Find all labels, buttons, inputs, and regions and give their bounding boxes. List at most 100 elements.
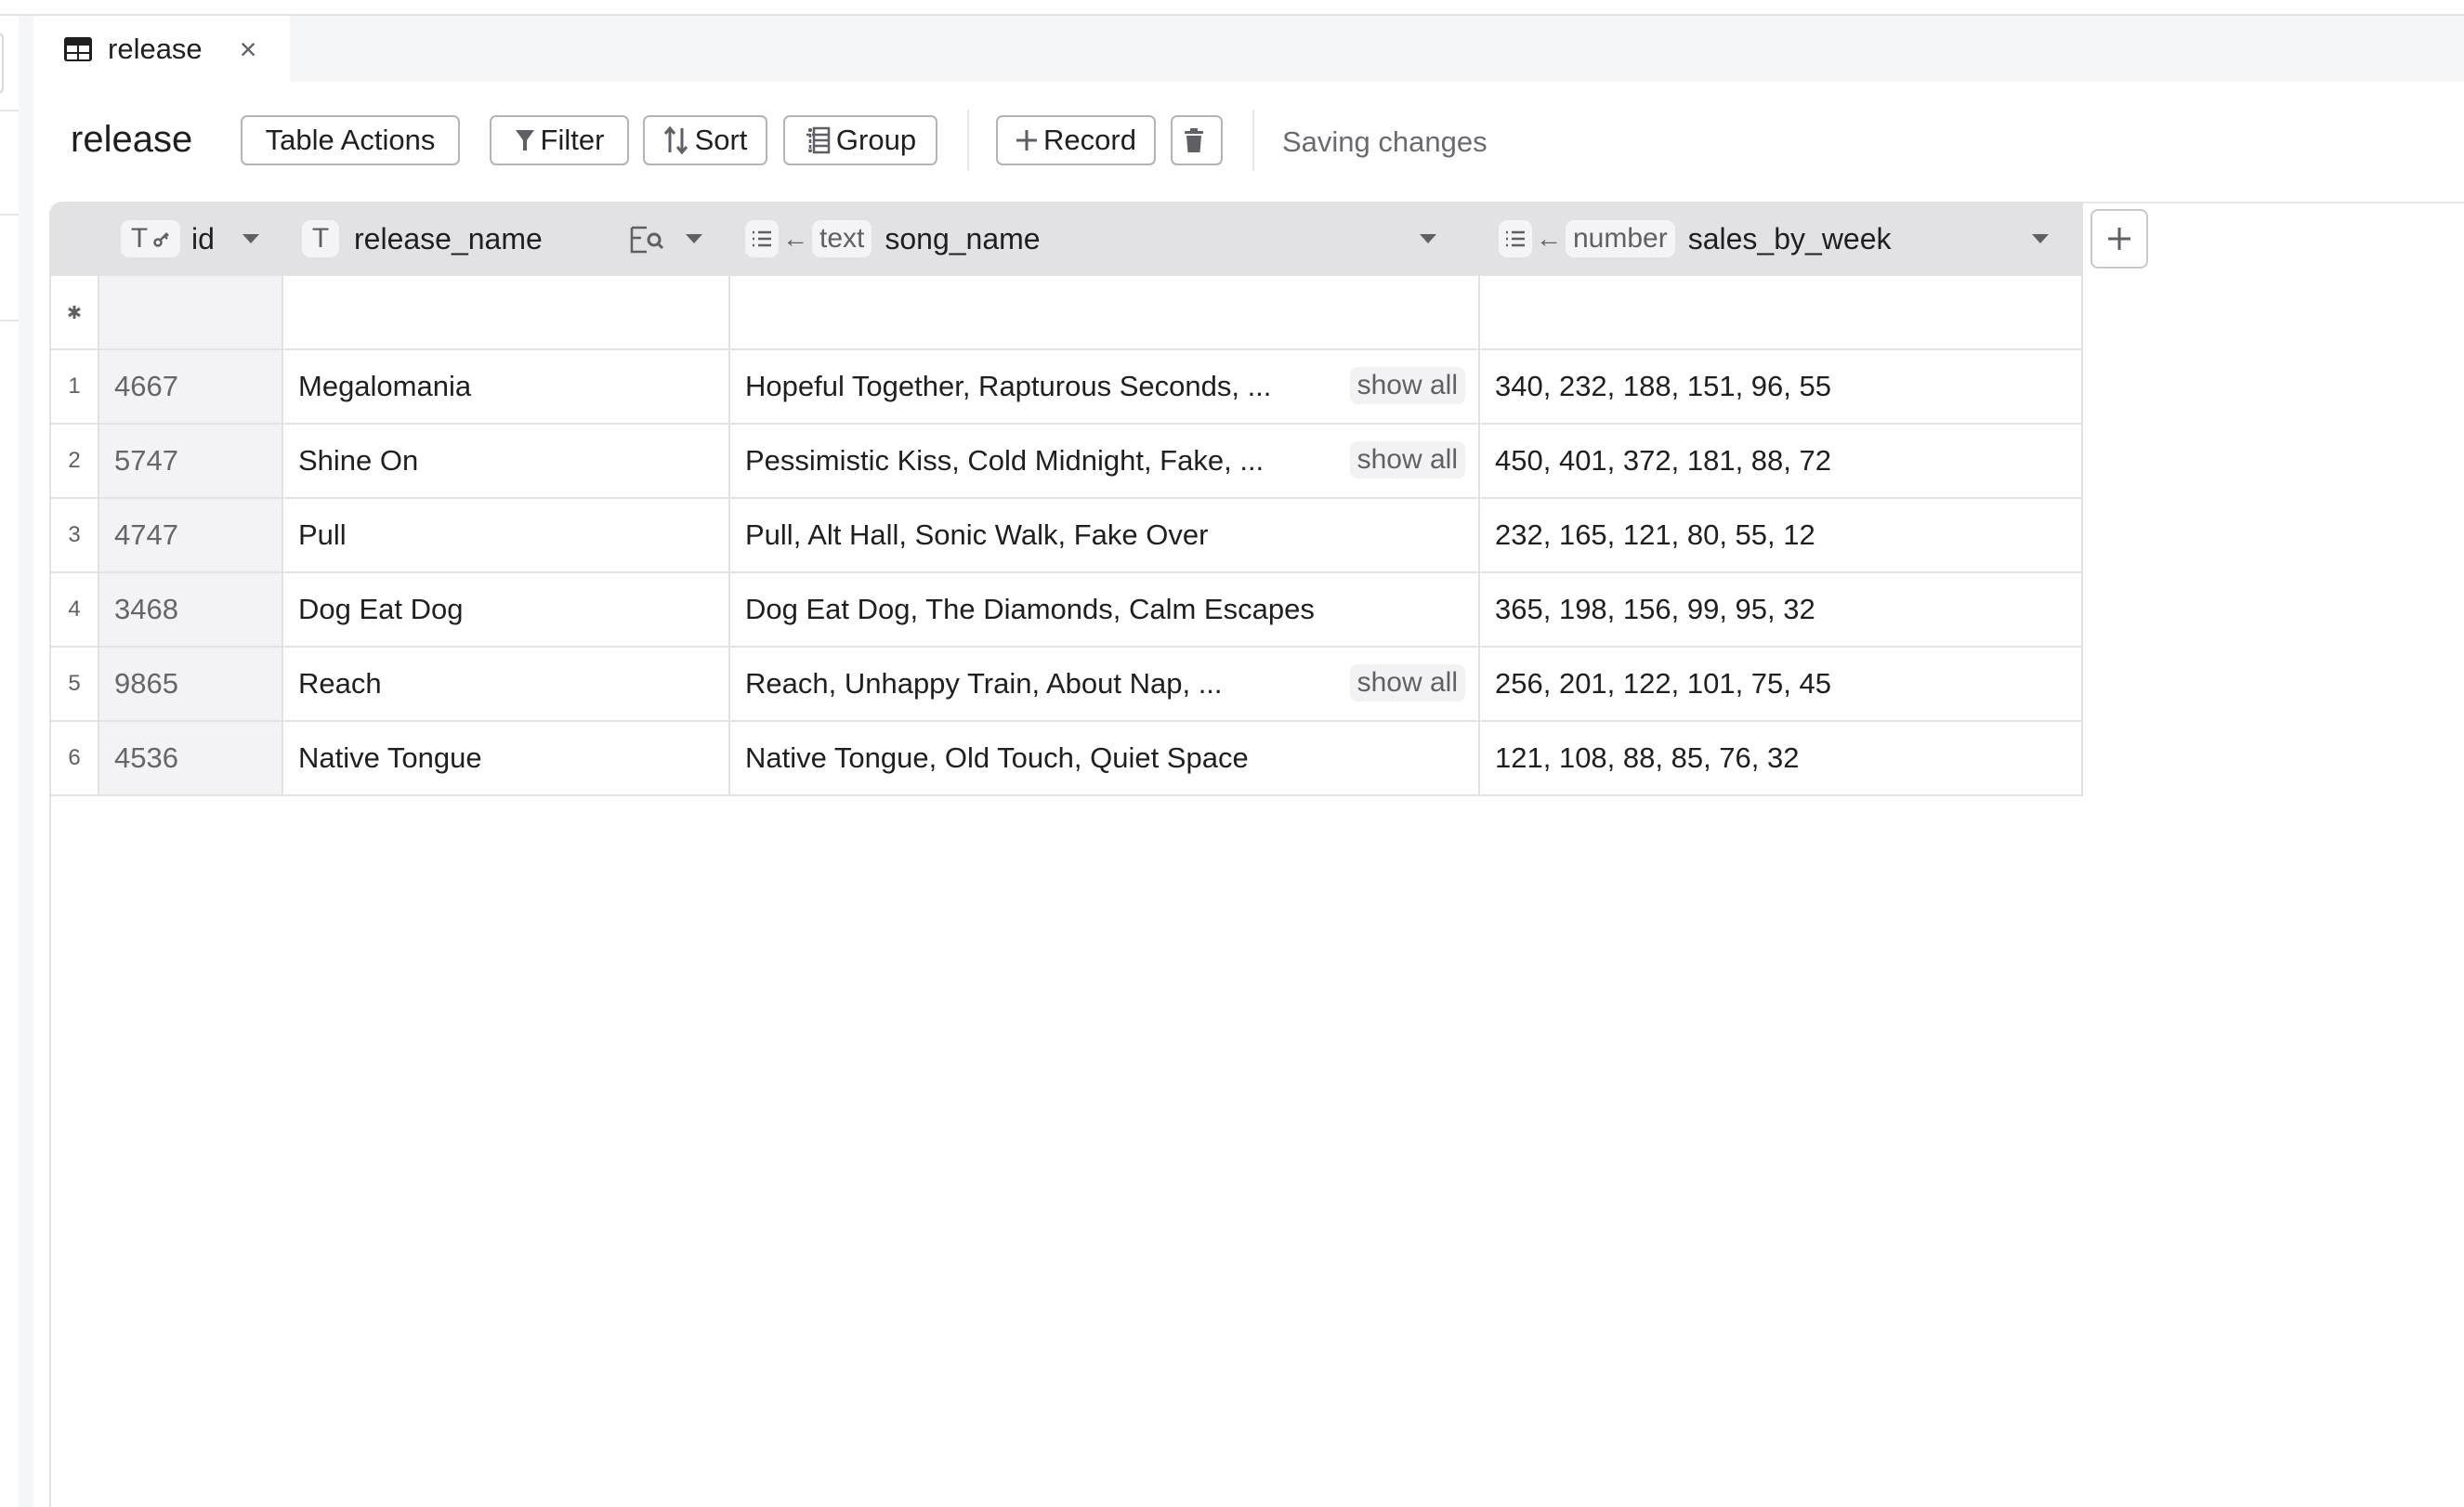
row-number: 1 [49, 350, 99, 423]
tab-release[interactable]: release × [33, 16, 290, 82]
id-cell[interactable]: 9865 [99, 648, 283, 720]
trash-icon [1185, 128, 1203, 152]
column-header-id[interactable]: T id [99, 202, 283, 276]
group-icon [806, 126, 831, 154]
add-record-button[interactable]: Record [996, 115, 1156, 165]
table-row[interactable]: 6 4536 Native Tongue Native Tongue, Old Tou… [49, 722, 2083, 796]
table-row[interactable]: 3 4747 Pull Pull, Alt Hall, Sonic Walk, Fak… [49, 499, 2083, 573]
sales-by-week-cell[interactable]: 365, 198, 156, 99, 95, 32 [1480, 573, 2083, 646]
tab-label: release [108, 32, 203, 65]
song-name-cell[interactable]: Pull, Alt Hall, Sonic Walk, Fake Over [730, 499, 1480, 571]
song-name-cell[interactable]: Pessimistic Kiss, Cold Midnight, Fake, .… [730, 425, 1480, 497]
chevron-down-icon[interactable] [1420, 234, 1436, 243]
column-header-song-name[interactable]: ← text song_name [730, 202, 1480, 276]
key-icon [153, 232, 170, 247]
filter-button[interactable]: Filter [490, 115, 629, 165]
delete-button[interactable] [1171, 115, 1223, 165]
show-all-button[interactable]: show all [1349, 367, 1465, 404]
saving-status: Saving changes [1282, 125, 1488, 158]
song-name-cell[interactable]: Dog Eat Dog, The Diamonds, Calm Escapes [730, 573, 1480, 646]
table-row[interactable]: 1 4667 Megalomania Hopeful Together, Raptur… [49, 350, 2083, 425]
header-divider [2083, 202, 2464, 203]
close-icon[interactable]: × [240, 34, 257, 64]
data-grid: T id T release_name ← text song_name ← n… [49, 202, 2083, 796]
release-name-cell[interactable]: Dog Eat Dog [283, 573, 730, 646]
release-name-cell[interactable]: Reach [283, 648, 730, 720]
new-row-sales-cell[interactable] [1480, 276, 2083, 348]
column-header-sales-by-week[interactable]: ← number sales_by_week [1480, 202, 2083, 276]
row-number-header [49, 202, 99, 276]
sales-by-week-cell[interactable]: 340, 232, 188, 151, 96, 55 [1480, 350, 2083, 423]
sort-label: Sort [694, 124, 748, 156]
add-column-button[interactable] [2090, 209, 2148, 269]
song-name-value: Hopeful Together, Rapturous Seconds, ... [745, 370, 1272, 402]
toolbar-divider [1252, 110, 1254, 171]
release-name-cell[interactable]: Native Tongue [283, 722, 730, 794]
show-all-button[interactable]: show all [1349, 664, 1465, 701]
grid-left-border [49, 796, 51, 1507]
id-cell[interactable]: 4747 [99, 499, 283, 571]
new-row-marker [49, 276, 99, 348]
row-number: 3 [49, 499, 99, 571]
sales-by-week-cell[interactable]: 232, 165, 121, 80, 55, 12 [1480, 499, 2083, 571]
arrow-left-icon: ← [1536, 224, 1562, 253]
song-name-cell[interactable]: Reach, Unhappy Train, About Nap, ... show… [730, 648, 1480, 720]
id-cell[interactable]: 5747 [99, 425, 283, 497]
toolbar: release Table Actions Filter Sort Group … [33, 82, 2464, 201]
sort-button[interactable]: Sort [643, 115, 767, 165]
plus-icon [2108, 228, 2130, 250]
text-type-icon: T [130, 223, 149, 254]
text-type-icon: T [311, 223, 330, 254]
table-row[interactable]: 4 3468 Dog Eat Dog Dog Eat Dog, The Diamond… [49, 573, 2083, 648]
sales-by-week-cell[interactable]: 450, 401, 372, 181, 88, 72 [1480, 425, 2083, 497]
song-name-value: Dog Eat Dog, The Diamonds, Calm Escapes [745, 593, 1315, 625]
group-label: Group [835, 124, 917, 156]
table-body: 1 4667 Megalomania Hopeful Together, Raptur… [49, 350, 2083, 796]
chevron-down-icon[interactable] [2032, 234, 2049, 243]
song-name-value: Pessimistic Kiss, Cold Midnight, Fake, .… [745, 444, 1265, 477]
table-row[interactable]: 2 5747 Shine On Pessimistic Kiss, Cold Midn… [49, 425, 2083, 499]
song-name-cell[interactable]: Hopeful Together, Rapturous Seconds, ...… [730, 350, 1480, 423]
chevron-down-icon[interactable] [242, 234, 259, 243]
release-name-cell[interactable]: Pull [283, 499, 730, 571]
table-actions-label: Table Actions [265, 124, 436, 156]
column-name: sales_by_week [1687, 221, 1892, 256]
lookup-search-icon[interactable] [630, 226, 667, 254]
row-number: 4 [49, 573, 99, 646]
sidebar-divider [0, 110, 19, 111]
song-name-value: Native Tongue, Old Touch, Quiet Space [745, 741, 1249, 774]
song-name-cell[interactable]: Native Tongue, Old Touch, Quiet Space [730, 722, 1480, 794]
sidebar-resize-handle[interactable] [19, 16, 33, 1507]
window-top-border [0, 0, 2464, 16]
table-row[interactable]: 5 9865 Reach Reach, Unhappy Train, About Na… [49, 648, 2083, 722]
new-row-release-name-cell[interactable] [283, 276, 730, 348]
new-row[interactable] [49, 276, 2083, 350]
page-title: release [71, 119, 193, 160]
row-number: 5 [49, 648, 99, 720]
table-actions-button[interactable]: Table Actions [241, 115, 460, 165]
arrow-left-icon: ← [782, 224, 808, 253]
id-cell[interactable]: 4667 [99, 350, 283, 423]
group-button[interactable]: Group [783, 115, 937, 165]
release-name-cell[interactable]: Megalomania [283, 350, 730, 423]
sales-by-week-cell[interactable]: 256, 201, 122, 101, 75, 45 [1480, 648, 2083, 720]
column-type-chip: T [302, 220, 339, 257]
new-row-id-cell[interactable] [99, 276, 283, 348]
sort-icon [663, 126, 688, 154]
ref-type-chip: text [812, 220, 872, 257]
show-all-button[interactable]: show all [1349, 441, 1465, 478]
new-row-song-name-cell[interactable] [730, 276, 1480, 348]
left-sidebar-edge [0, 16, 19, 1507]
chevron-down-icon[interactable] [686, 234, 702, 243]
column-header-release-name[interactable]: T release_name [283, 202, 730, 276]
song-name-value: Reach, Unhappy Train, About Nap, ... [745, 667, 1223, 700]
grid-header: T id T release_name ← text song_name ← n… [49, 202, 2083, 276]
release-name-cell[interactable]: Shine On [283, 425, 730, 497]
asterisk-icon [68, 306, 81, 319]
sales-by-week-cell[interactable]: 121, 108, 88, 85, 76, 32 [1480, 722, 2083, 794]
id-cell[interactable]: 3468 [99, 573, 283, 646]
sidebar-search-box-edge[interactable] [0, 33, 4, 94]
sidebar-divider [0, 320, 19, 321]
id-cell[interactable]: 4536 [99, 722, 283, 794]
table-icon [63, 36, 93, 62]
